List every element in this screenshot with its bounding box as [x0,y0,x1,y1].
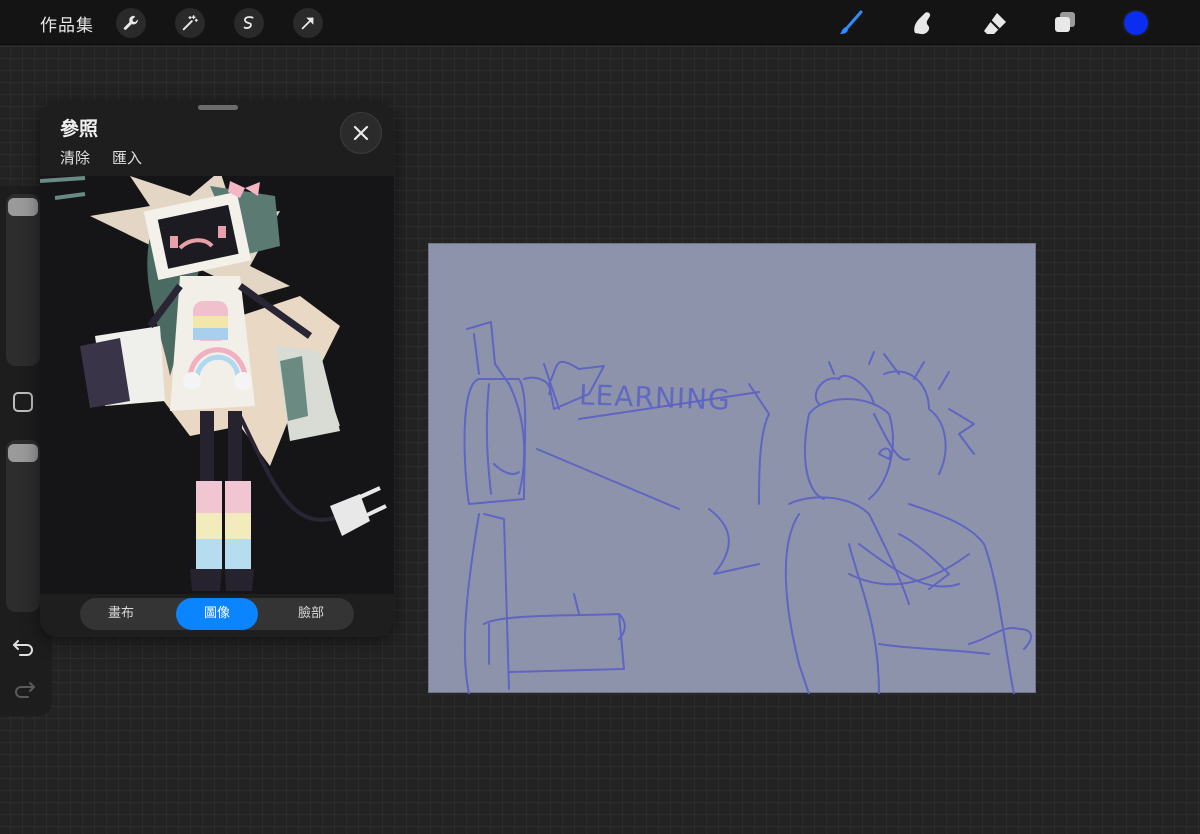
wrench-icon[interactable] [116,8,146,38]
segment-face[interactable]: 臉部 [270,598,352,630]
transform-arrow-icon[interactable] [293,8,323,38]
selection-icon[interactable] [234,8,264,38]
import-button[interactable]: 匯入 [112,147,142,168]
opacity-thumb[interactable] [8,444,38,462]
opacity-slider[interactable] [6,440,40,612]
brush-size-thumb[interactable] [8,198,38,216]
redo-icon[interactable] [12,680,36,700]
reference-title: 參照 [60,118,99,140]
brush-icon[interactable] [836,8,866,38]
sketch-strokes [463,321,1032,694]
smudge-icon[interactable] [908,8,938,38]
segment-canvas[interactable]: 畫布 [80,598,162,630]
drawing-canvas[interactable]: LEARNING [428,243,1036,694]
eraser-icon[interactable] [980,8,1010,38]
close-icon[interactable] [340,112,382,154]
reference-panel: 參照 清除 匯入 畫布 圖像 臉部 [40,102,394,637]
modify-button[interactable] [13,392,33,412]
sketch-text: LEARNING [578,378,732,417]
clear-button[interactable]: 清除 [60,147,90,168]
color-picker-button[interactable] [1122,9,1150,37]
top-toolbar: 作品集 [0,0,1200,45]
reference-image [40,176,394,594]
brush-size-slider[interactable] [6,194,40,366]
reference-mode-segmented-control: 畫布 圖像 臉部 [80,598,354,630]
panel-grabber[interactable] [198,105,238,110]
segment-image[interactable]: 圖像 [176,598,258,630]
gallery-button[interactable]: 作品集 [40,11,94,36]
magic-wand-icon[interactable] [175,8,205,38]
undo-icon[interactable] [12,638,36,658]
layers-icon[interactable] [1050,8,1080,38]
